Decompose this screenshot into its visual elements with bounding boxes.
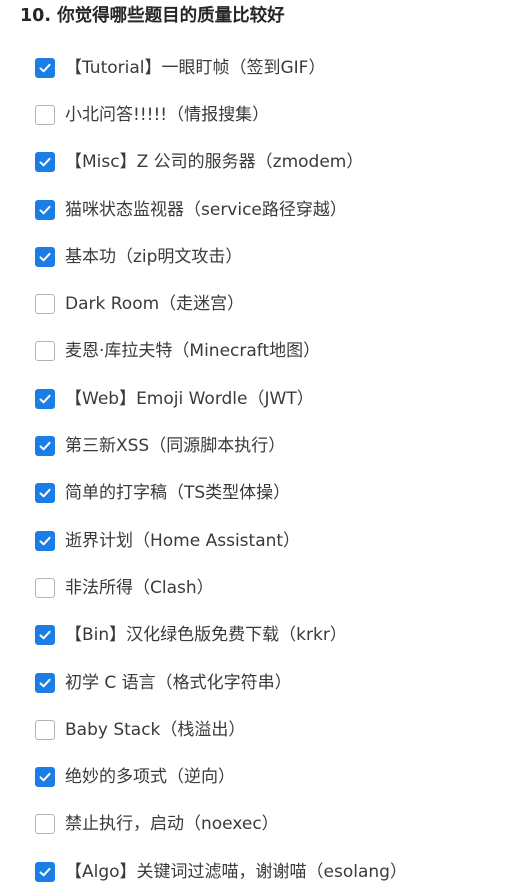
option-label: 【Web】Emoji Wordle（JWT） bbox=[65, 388, 314, 409]
checkbox-option[interactable]: 【Algo】关键词过滤喵，谢谢喵（esolang） bbox=[35, 848, 407, 895]
checkbox-option[interactable]: 绝妙的多项式（逆向） bbox=[35, 753, 407, 800]
checkbox-option[interactable]: Dark Room（走迷宫） bbox=[35, 280, 407, 327]
checkbox-option[interactable]: 第三新XSS（同源脚本执行） bbox=[35, 422, 407, 469]
checkmark-icon bbox=[39, 394, 51, 404]
checkmark-icon bbox=[39, 205, 51, 214]
checkmark-icon bbox=[39, 158, 51, 167]
checkbox-checked[interactable] bbox=[35, 530, 55, 551]
option-label: 【Bin】汉化绿色版免费下载（krkr） bbox=[65, 625, 347, 646]
checkbox-option[interactable]: 小北问答!!!!!（情报搜集） bbox=[35, 91, 407, 138]
option-label: 基本功（zip明文攻击） bbox=[65, 246, 243, 267]
checkmark-icon bbox=[39, 536, 51, 545]
checkbox-option[interactable]: 猫咪状态监视器（service路径穿越） bbox=[35, 186, 407, 233]
option-label: 逝界计划（Home Assistant） bbox=[65, 530, 301, 551]
checkbox-option[interactable]: 简单的打字稿（TS类型体操） bbox=[35, 470, 407, 517]
checkmark-icon bbox=[39, 678, 51, 687]
question-title: 10. 你觉得哪些题目的质量比较好 bbox=[20, 6, 285, 26]
option-label: 【Misc】Z 公司的服务器（zmodem） bbox=[65, 152, 364, 173]
checkbox-option[interactable]: 禁止执行，启动（noexec） bbox=[35, 801, 407, 848]
checkmark-icon bbox=[39, 631, 51, 640]
option-label: 禁止执行，启动（noexec） bbox=[65, 814, 279, 835]
checkbox-unchecked[interactable] bbox=[35, 294, 55, 315]
checkbox-unchecked[interactable] bbox=[35, 719, 55, 740]
option-label: Baby Stack（栈溢出） bbox=[65, 719, 246, 740]
checkbox-unchecked[interactable] bbox=[35, 814, 55, 835]
checkbox-option[interactable]: 非法所得（Clash） bbox=[35, 564, 407, 611]
checkbox-unchecked[interactable] bbox=[35, 341, 55, 362]
checkbox-option[interactable]: 麦恩·库拉夫特（Minecraft地图） bbox=[35, 328, 407, 375]
checkmark-icon bbox=[39, 63, 51, 72]
checkbox-checked[interactable] bbox=[35, 388, 55, 409]
option-label: 简单的打字稿（TS类型体操） bbox=[65, 483, 291, 504]
options-list: 【Tutorial】一眼盯帧（签到GIF） 小北问答!!!!!（情报搜集） 【Mis… bbox=[35, 44, 407, 895]
checkbox-option[interactable]: 【Web】Emoji Wordle（JWT） bbox=[35, 375, 407, 422]
checkbox-checked[interactable] bbox=[35, 625, 55, 646]
option-label: 小北问答!!!!!（情报搜集） bbox=[65, 104, 270, 125]
checkbox-option[interactable]: 【Misc】Z 公司的服务器（zmodem） bbox=[35, 139, 407, 186]
option-label: 初学 C 语言（格式化字符串） bbox=[65, 672, 292, 693]
option-label: 【Algo】关键词过滤喵，谢谢喵（esolang） bbox=[65, 861, 407, 882]
option-label: 猫咪状态监视器（service路径穿越） bbox=[65, 199, 347, 220]
checkmark-icon bbox=[39, 441, 51, 451]
checkbox-checked[interactable] bbox=[35, 861, 55, 882]
checkbox-option[interactable]: 逝界计划（Home Assistant） bbox=[35, 517, 407, 564]
checkbox-option[interactable]: Baby Stack（栈溢出） bbox=[35, 706, 407, 753]
checkbox-option[interactable]: 【Tutorial】一眼盯帧（签到GIF） bbox=[35, 44, 407, 91]
checkmark-icon bbox=[39, 489, 51, 498]
checkbox-option[interactable]: 基本功（zip明文攻击） bbox=[35, 233, 407, 280]
option-label: 【Tutorial】一眼盯帧（签到GIF） bbox=[65, 57, 326, 78]
checkbox-option[interactable]: 【Bin】汉化绿色版免费下载（krkr） bbox=[35, 612, 407, 659]
checkbox-unchecked[interactable] bbox=[35, 577, 55, 598]
checkbox-option[interactable]: 初学 C 语言（格式化字符串） bbox=[35, 659, 407, 706]
option-label: 第三新XSS（同源脚本执行） bbox=[65, 436, 286, 457]
checkbox-checked[interactable] bbox=[35, 436, 55, 457]
option-label: 麦恩·库拉夫特（Minecraft地图） bbox=[65, 341, 321, 362]
option-label: 非法所得（Clash） bbox=[65, 577, 214, 598]
checkmark-icon bbox=[39, 867, 51, 876]
checkbox-checked[interactable] bbox=[35, 767, 55, 788]
checkbox-checked[interactable] bbox=[35, 672, 55, 693]
option-label: 绝妙的多项式（逆向） bbox=[65, 767, 235, 788]
option-label: Dark Room（走迷宫） bbox=[65, 294, 245, 315]
checkbox-checked[interactable] bbox=[35, 483, 55, 504]
checkmark-icon bbox=[39, 772, 51, 782]
checkbox-unchecked[interactable] bbox=[35, 104, 55, 125]
checkbox-checked[interactable] bbox=[35, 57, 55, 78]
checkbox-checked[interactable] bbox=[35, 246, 55, 267]
checkmark-icon bbox=[39, 252, 51, 262]
checkbox-checked[interactable] bbox=[35, 152, 55, 173]
checkbox-checked[interactable] bbox=[35, 199, 55, 220]
